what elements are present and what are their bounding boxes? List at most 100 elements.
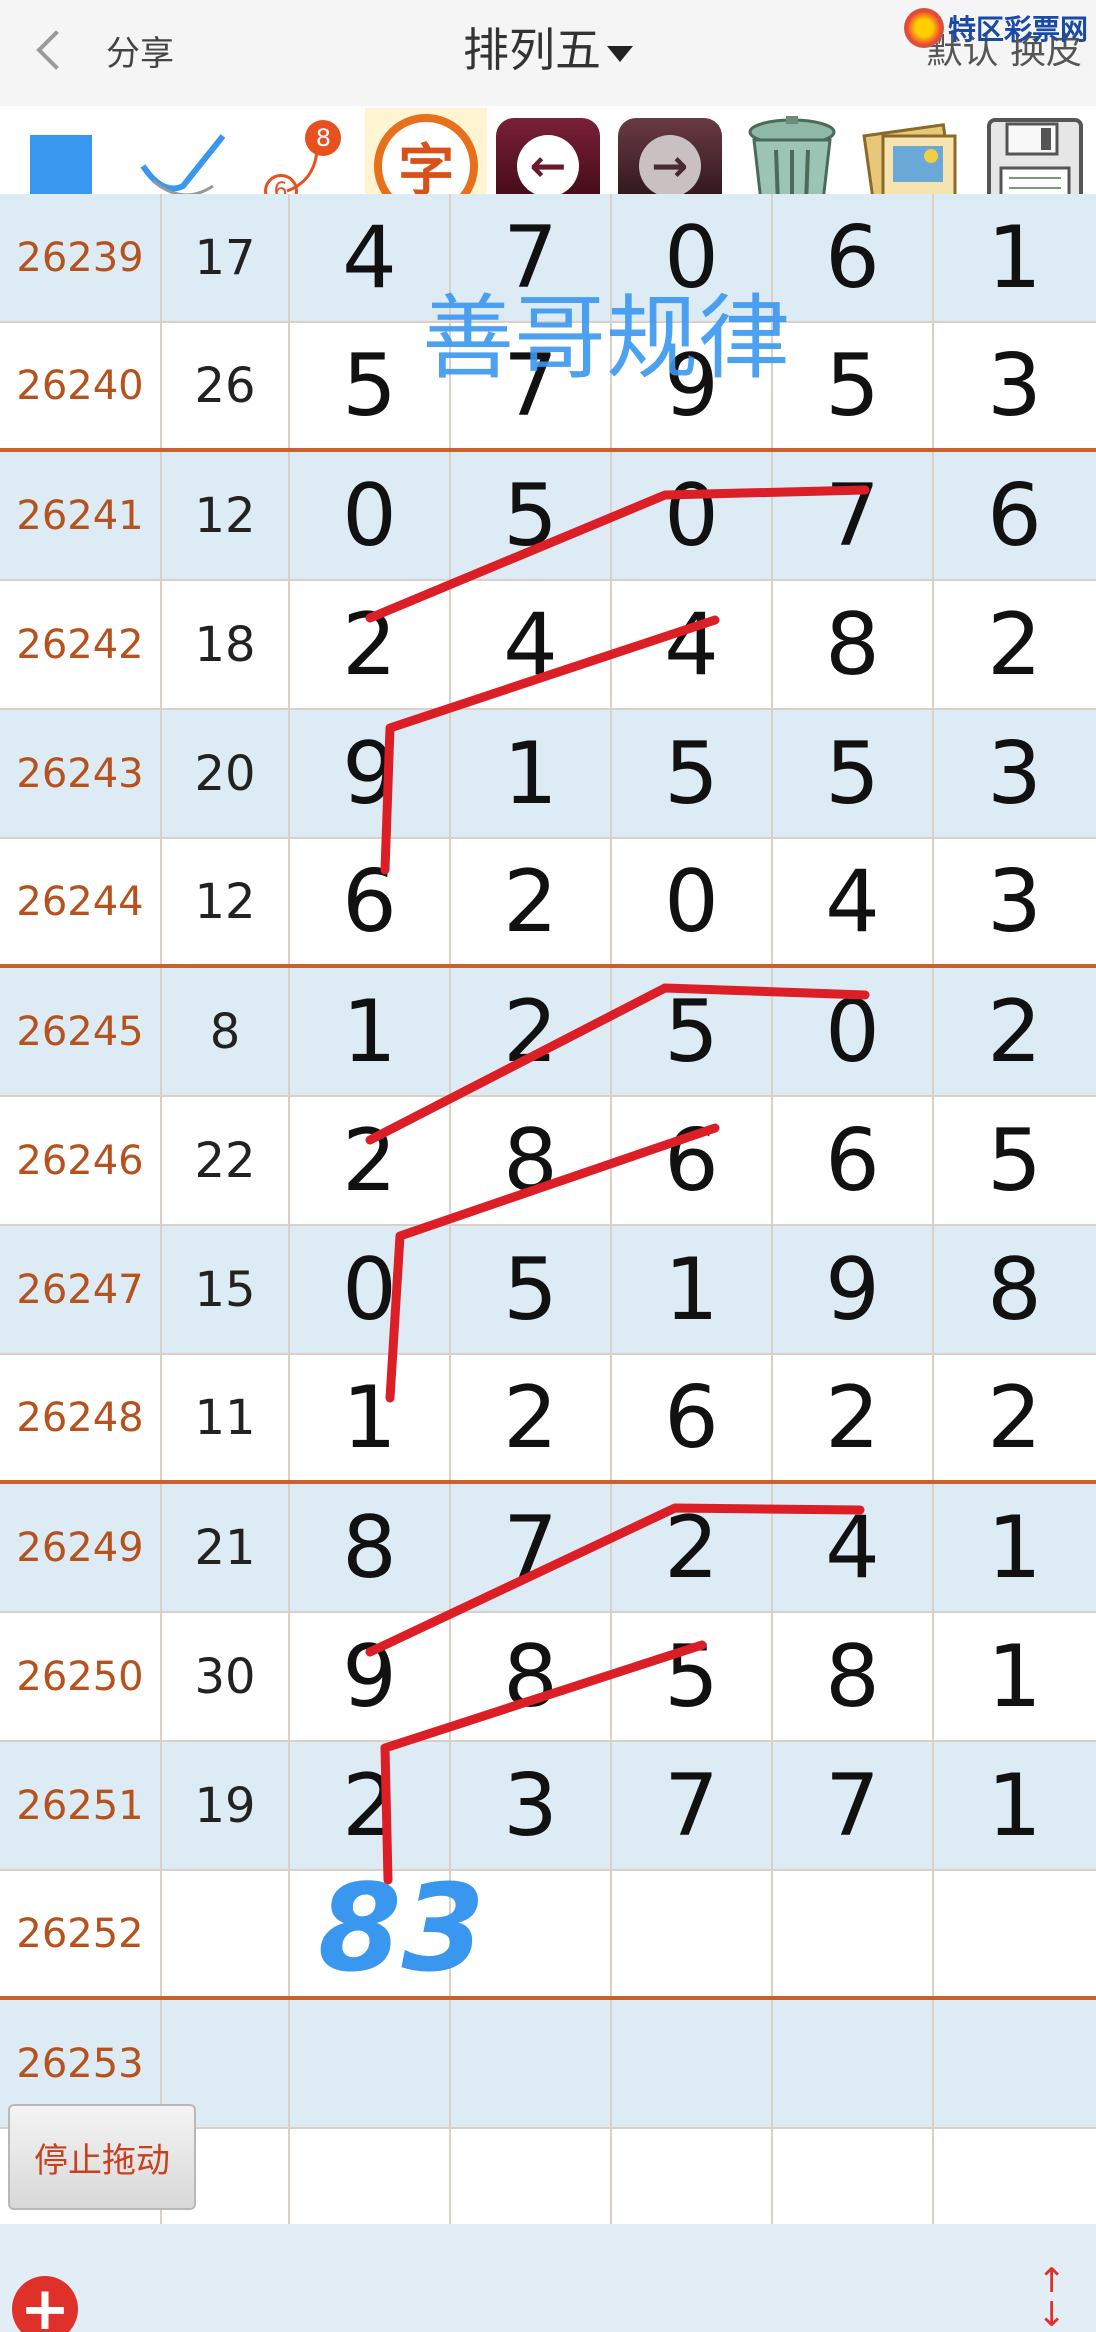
digit-cell-4[interactable] [773,2000,934,2127]
digit-cell-4[interactable]: 4 [773,1484,934,1611]
digit-cell-1[interactable]: 5 [290,323,451,448]
digit-cell-2[interactable]: 1 [451,710,612,837]
digit-cell-2[interactable] [451,2000,612,2127]
digit-cell-4[interactable]: 0 [773,968,934,1095]
stop-drag-button[interactable]: 停止拖动 [8,2104,196,2210]
digit-cell-5[interactable]: 3 [934,839,1095,964]
digit-cell-4[interactable]: 6 [773,194,934,321]
issue-number: 26242 [0,581,162,708]
digit-cell-5[interactable]: 1 [934,1613,1095,1740]
digit-cell-5[interactable]: 2 [934,581,1095,708]
table-row: 26244 12 6 2 0 4 3 [0,839,1096,968]
digit-cell-5[interactable]: 2 [934,968,1095,1095]
digit-cell-4[interactable]: 7 [773,1742,934,1869]
digit-cell-3[interactable]: 5 [612,710,773,837]
digit-cell-5[interactable]: 6 [934,452,1095,579]
digit-cell-2[interactable]: 2 [451,968,612,1095]
digit-cell-2[interactable]: 7 [451,1484,612,1611]
digit-cell-5[interactable]: 3 [934,323,1095,448]
scroll-arrows-icon[interactable]: ↑ ↓ [1038,2264,1067,2332]
digit-cell-1[interactable]: 2 [290,1742,451,1869]
issue-number: 26251 [0,1742,162,1869]
digit-cell-4[interactable]: 5 [773,710,934,837]
digit-cell-1[interactable] [290,1871,451,1996]
digit-cell-4[interactable]: 2 [773,1355,934,1480]
digit-cell-3[interactable]: 4 [612,581,773,708]
digit-cell-1[interactable]: 9 [290,1613,451,1740]
digit-cell-3[interactable]: 0 [612,839,773,964]
issue-number: 26245 [0,968,162,1095]
digit-cell-3[interactable]: 7 [612,1742,773,1869]
digit-cell-2[interactable]: 7 [451,194,612,321]
digit-cell-5[interactable] [934,2000,1095,2127]
digit-cell-2[interactable]: 2 [451,1355,612,1480]
digit-sum: 22 [162,1097,290,1224]
color-swatch-icon [29,135,92,197]
issue-number: 26247 [0,1226,162,1353]
digit-cell-3[interactable] [612,1871,773,1996]
digit-cell-1[interactable]: 0 [290,452,451,579]
table-row: 26250 30 9 8 5 8 1 [0,1613,1096,1742]
table-row: 26252 [0,1871,1096,2000]
digit-sum: 15 [162,1226,290,1353]
digit-cell-3[interactable]: 2 [612,1484,773,1611]
digit-cell-5[interactable] [934,1871,1095,1996]
watermark-logo-icon [903,8,944,48]
digit-cell-5[interactable]: 2 [934,1355,1095,1480]
digit-cell-4[interactable]: 8 [773,581,934,708]
digit-cell-1[interactable]: 4 [290,194,451,321]
digit-cell-1[interactable]: 1 [290,968,451,1095]
digit-cell-3[interactable]: 5 [612,1613,773,1740]
digit-cell-2[interactable]: 5 [451,1226,612,1353]
digit-sum: 18 [162,581,290,708]
digit-cell-3[interactable]: 1 [612,1226,773,1353]
digit-cell-1[interactable]: 8 [290,1484,451,1611]
digit-cell-2[interactable]: 7 [451,323,612,448]
digit-cell-4[interactable]: 7 [773,452,934,579]
digit-cell-3[interactable]: 0 [612,452,773,579]
digit-sum: 21 [162,1484,290,1611]
digit-cell-1[interactable]: 9 [290,710,451,837]
digit-cell-5[interactable]: 3 [934,710,1095,837]
digit-cell-3[interactable]: 0 [612,194,773,321]
digit-cell-3[interactable]: 6 [612,1355,773,1480]
digit-cell-3[interactable]: 9 [612,323,773,448]
digit-cell-2[interactable]: 5 [451,452,612,579]
issue-number: 26240 [0,323,162,448]
digit-cell-5[interactable]: 1 [934,1484,1095,1611]
table-row: 26251 19 2 3 7 7 1 [0,1742,1096,1871]
digit-cell-3[interactable] [612,2000,773,2127]
digit-sum: 11 [162,1355,290,1480]
digit-cell-2[interactable]: 8 [451,1613,612,1740]
table-row: 26242 18 2 4 4 8 2 [0,581,1096,710]
digit-cell-5[interactable]: 5 [934,1097,1095,1224]
digit-cell-1[interactable]: 0 [290,1226,451,1353]
digit-cell-2[interactable]: 3 [451,1742,612,1869]
issue-number: 26244 [0,839,162,964]
digit-cell-5[interactable]: 8 [934,1226,1095,1353]
issue-number: 26250 [0,1613,162,1740]
digit-cell-3[interactable]: 5 [612,968,773,1095]
digit-cell-4[interactable]: 8 [773,1613,934,1740]
digit-cell-5[interactable]: 1 [934,1742,1095,1869]
digit-cell-4[interactable]: 9 [773,1226,934,1353]
digit-cell-4[interactable]: 4 [773,839,934,964]
digit-cell-5[interactable]: 1 [934,194,1095,321]
add-plus-icon[interactable]: + [12,2276,78,2332]
lottery-name: 排列五 [463,23,601,77]
digit-cell-1[interactable]: 1 [290,1355,451,1480]
digit-cell-2[interactable]: 2 [451,839,612,964]
digit-cell-4[interactable]: 6 [773,1097,934,1224]
digit-cell-2[interactable]: 4 [451,581,612,708]
digit-cell-2[interactable] [451,1871,612,1996]
issue-number: 26246 [0,1097,162,1224]
digit-cell-4[interactable]: 5 [773,323,934,448]
digit-sum: 19 [162,1742,290,1869]
digit-cell-1[interactable]: 2 [290,1097,451,1224]
digit-cell-1[interactable] [290,2000,451,2127]
digit-cell-3[interactable]: 6 [612,1097,773,1224]
digit-cell-1[interactable]: 2 [290,581,451,708]
digit-cell-1[interactable]: 6 [290,839,451,964]
digit-cell-2[interactable]: 8 [451,1097,612,1224]
digit-cell-4[interactable] [773,1871,934,1996]
